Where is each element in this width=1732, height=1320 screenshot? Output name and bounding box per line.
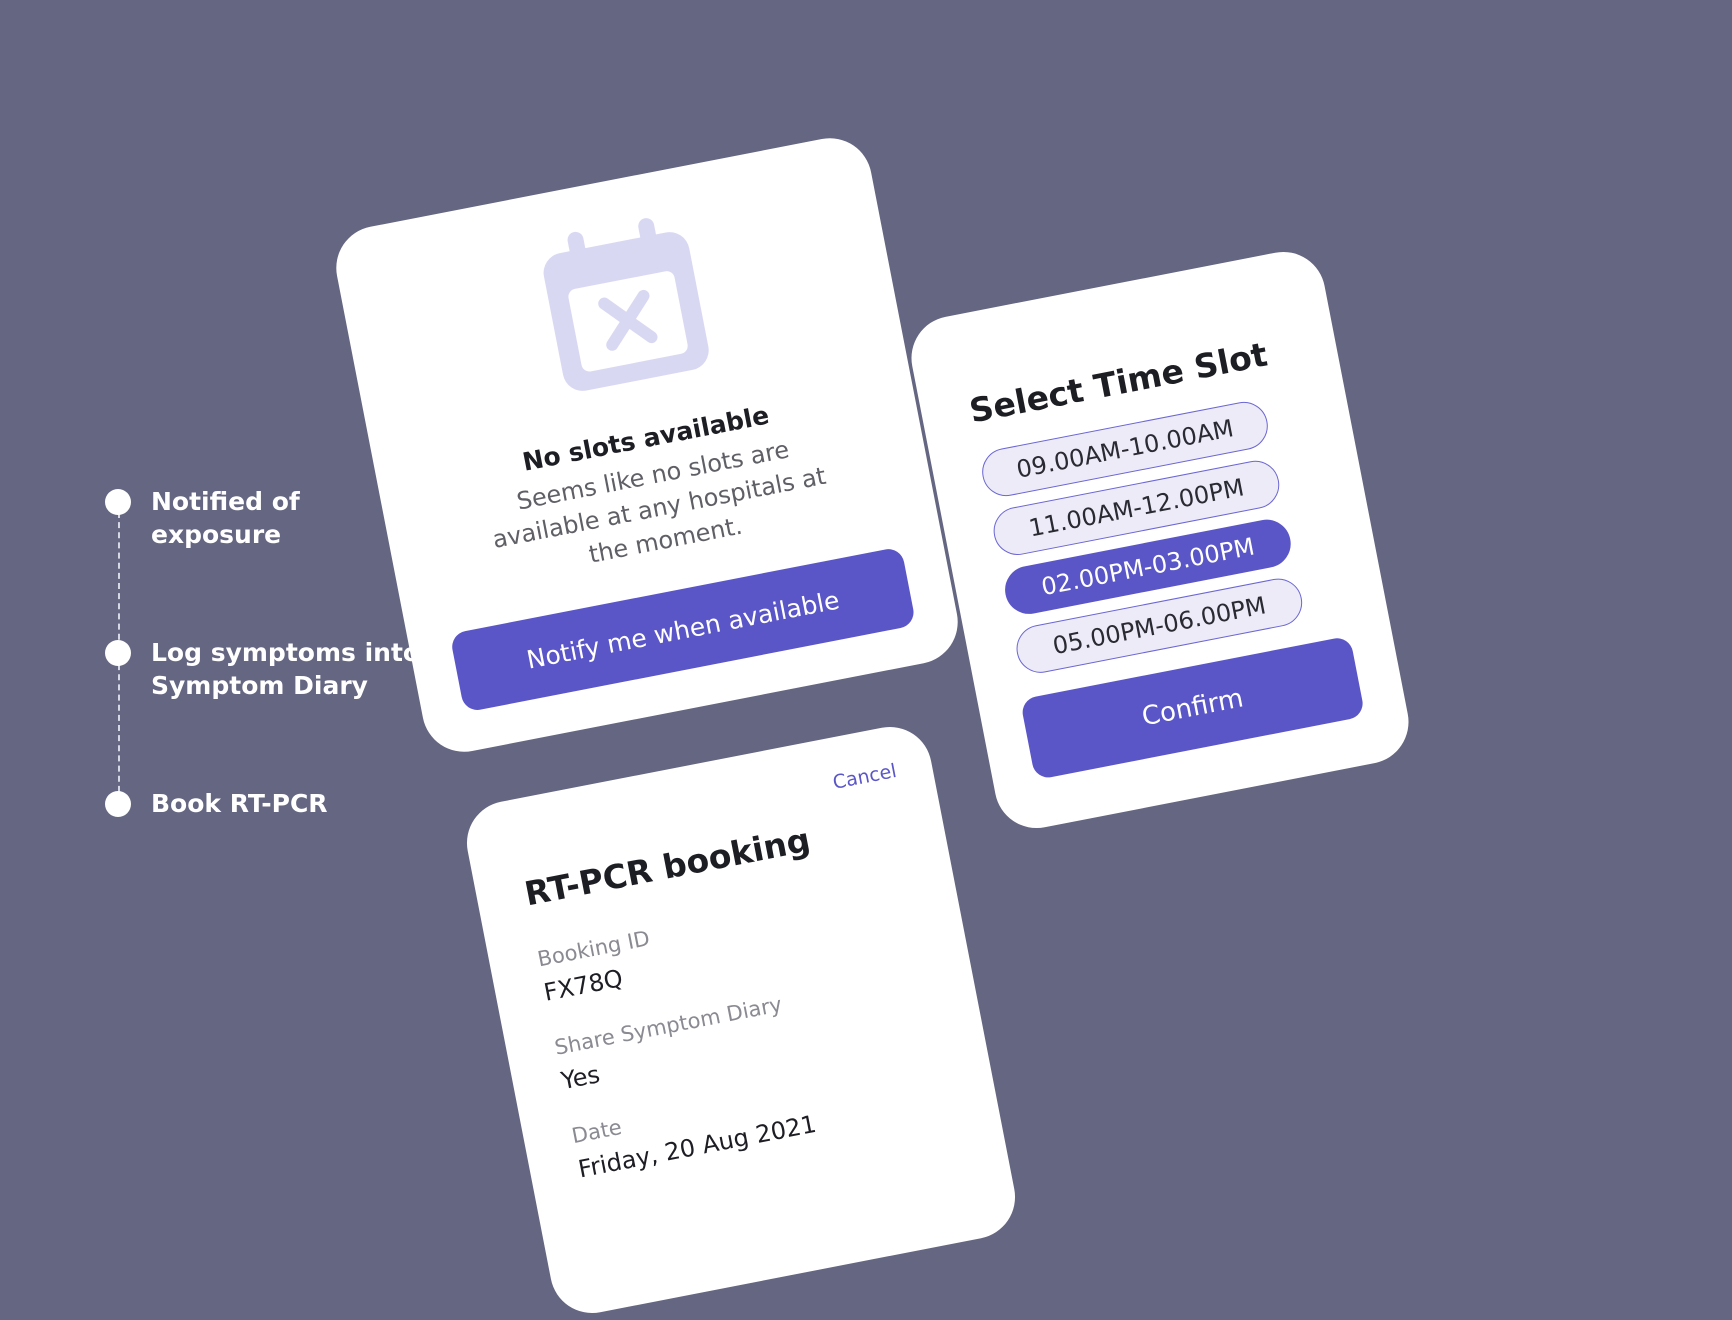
timeline-step-label: Log symptoms into Symptom Diary <box>151 638 421 700</box>
share-diary-value: Yes <box>558 1060 603 1096</box>
share-diary-label: Share Symptom Diary <box>552 992 784 1060</box>
booking-title: RT-PCR booking <box>521 819 814 914</box>
timeline-step-log-symptoms: Log symptoms into Symptom Diary <box>105 636 451 702</box>
timeline-dot <box>105 791 131 817</box>
timeline-dot <box>105 640 131 666</box>
booking-id-value: FX78Q <box>541 964 626 1007</box>
booking-id-label: Booking ID <box>535 926 652 972</box>
booking-card: Cancel RT-PCR booking Booking ID FX78Q S… <box>459 719 1023 1320</box>
cancel-link[interactable]: Cancel <box>831 760 898 794</box>
no-slots-card: No slots available Seems like no slots a… <box>329 131 965 759</box>
time-slot-card: Select Time Slot 09.00AM-10.00AM 11.00AM… <box>904 244 1416 836</box>
calendar-x-icon <box>543 218 709 391</box>
timeline-dot <box>105 489 131 515</box>
timeline-step-book-rtpcr: Book RT-PCR <box>105 787 451 820</box>
timeline-step-label: Book RT-PCR <box>151 789 328 818</box>
